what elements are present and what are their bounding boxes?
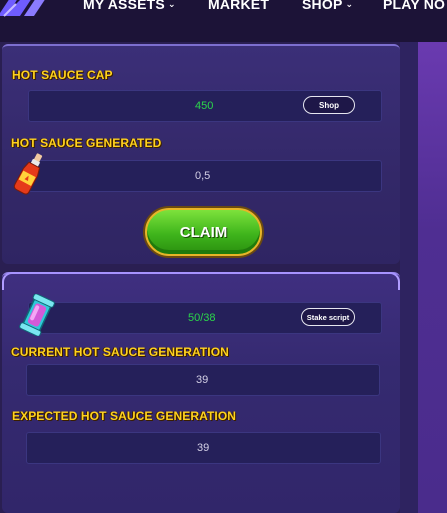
background-divider: [400, 42, 418, 513]
nav-shop-label: SHOP: [302, 0, 343, 12]
logo-icon[interactable]: [0, 0, 50, 24]
nav-play-now[interactable]: PLAY NO: [383, 0, 445, 12]
hot-sauce-bottle-icon: [13, 153, 43, 195]
current-generation-label: CURRENT HOT SAUCE GENERATION: [11, 345, 229, 359]
expected-generation-label: EXPECTED HOT SAUCE GENERATION: [12, 409, 237, 423]
claim-button[interactable]: CLAIM: [145, 208, 262, 256]
hot-sauce-generated-label: HOT SAUCE GENERATED: [11, 136, 162, 150]
nav-market[interactable]: MARKET: [208, 0, 269, 12]
chevron-down-icon: ⌄: [167, 0, 176, 9]
expected-generation-value: 39: [197, 442, 210, 454]
hot-sauce-generated-value: 0,5: [195, 170, 211, 182]
nav-play-now-label: PLAY NO: [383, 0, 446, 12]
hot-sauce-cap-value: 450: [195, 100, 214, 112]
nav-my-assets[interactable]: MY ASSETS ⌄: [83, 0, 176, 12]
top-nav: MY ASSETS ⌄ MARKET SHOP ⌄ PLAY NO: [0, 0, 447, 42]
script-capsule-icon: [19, 294, 55, 336]
stake-script-value: 50/38: [188, 312, 216, 324]
stake-script-button[interactable]: Stake script: [301, 308, 355, 326]
hot-sauce-cap-label: HOT SAUCE CAP: [12, 68, 113, 82]
nav-shop[interactable]: SHOP ⌄: [302, 0, 353, 12]
background-strip: [418, 42, 447, 513]
panel-border: [2, 272, 400, 290]
chevron-down-icon: ⌄: [345, 0, 354, 9]
shop-button[interactable]: Shop: [303, 96, 355, 114]
nav-my-assets-label: MY ASSETS: [83, 0, 165, 12]
nav-market-label: MARKET: [208, 0, 270, 12]
current-generation-value: 39: [196, 374, 209, 386]
